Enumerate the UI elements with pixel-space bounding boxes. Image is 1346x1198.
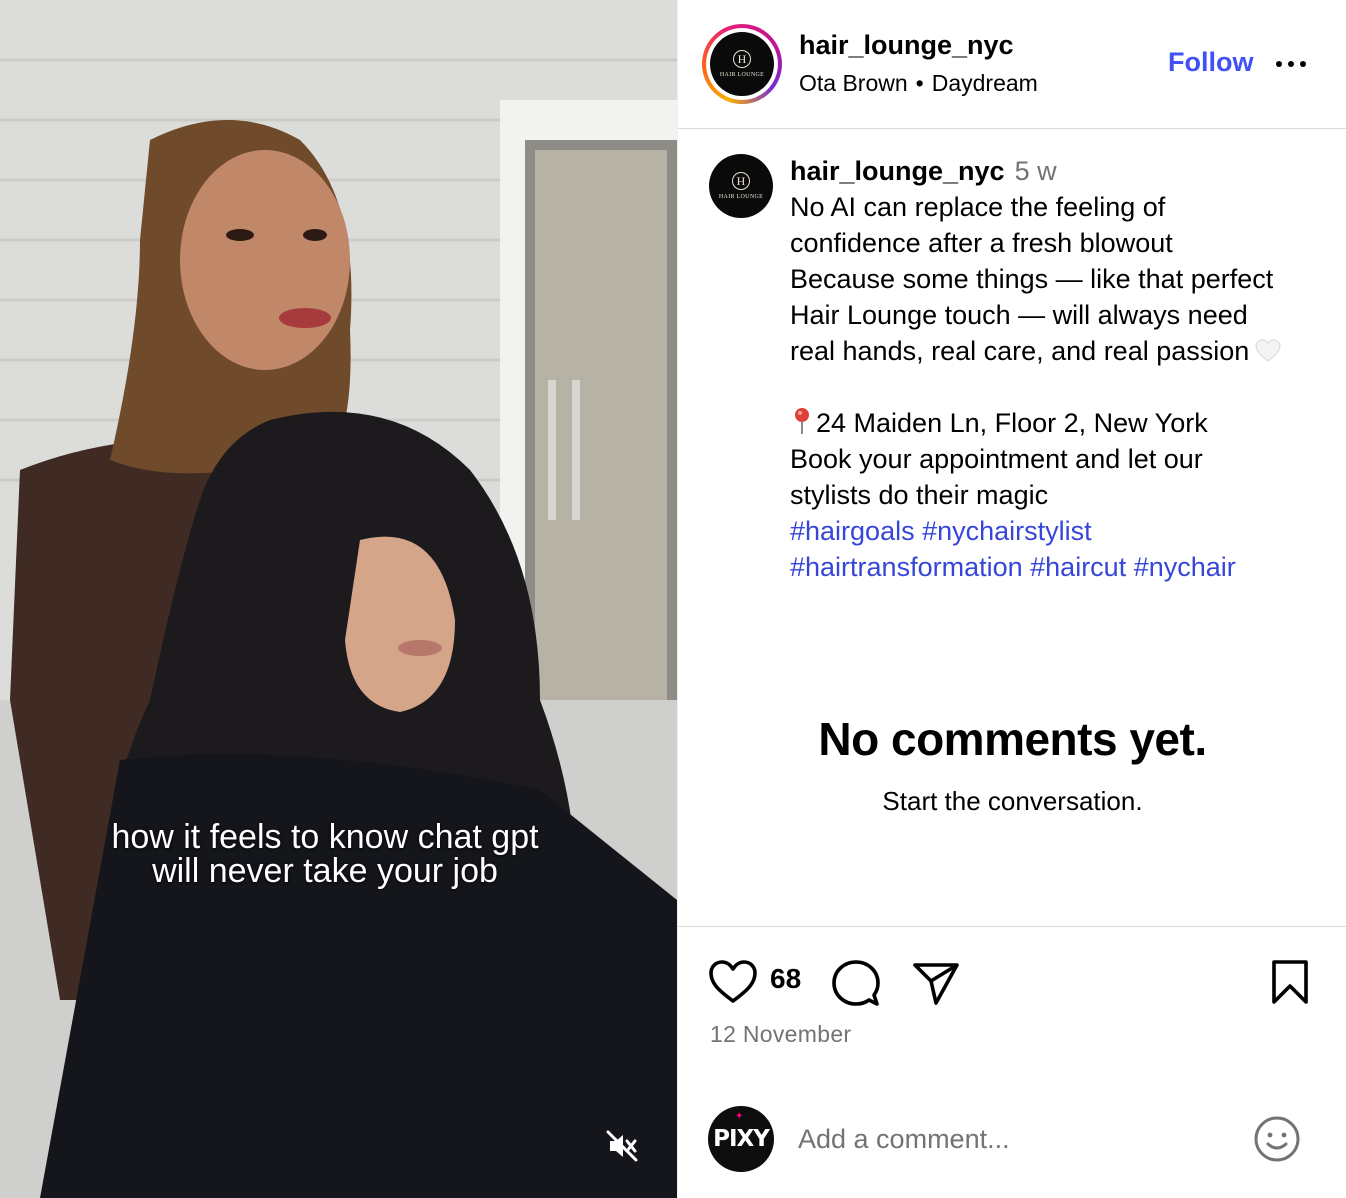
- bookmark-icon: [1272, 960, 1308, 1004]
- smiley-face-icon: [1254, 1116, 1300, 1162]
- heart-icon: [709, 960, 757, 1003]
- audio-track-link[interactable]: Daydream: [932, 70, 1038, 96]
- follow-button[interactable]: Follow: [1168, 47, 1253, 78]
- post-caption: hair_lounge_nyc 5 w No AI can replace the…: [790, 153, 1330, 585]
- caption-line: No AI can replace the feeling of: [790, 192, 1166, 222]
- hashtag-link[interactable]: #haircut: [1030, 552, 1126, 582]
- paper-plane-icon: [913, 963, 959, 1005]
- start-conversation-text: Start the conversation.: [882, 786, 1143, 816]
- post-age[interactable]: 5 w: [1015, 156, 1057, 186]
- caption-username[interactable]: hair_lounge_nyc: [790, 156, 1005, 186]
- caption-line: Book your appointment and let our: [790, 444, 1203, 474]
- post-video[interactable]: how it feels to know chat gpt will never…: [0, 0, 677, 1198]
- caption-avatar-logo-text: HAIR LOUNGE: [718, 194, 764, 200]
- current-user-avatar[interactable]: ✦ PIXY: [708, 1106, 774, 1172]
- post-header: H HAIR LOUNGE hair_lounge_nyc Ota Brown •…: [678, 0, 1346, 129]
- caption-line: stylists do their magic: [790, 480, 1049, 510]
- audio-attribution: Ota Brown • Daydream: [799, 70, 1038, 97]
- like-count[interactable]: 68: [770, 963, 801, 995]
- current-user-avatar-text: PIXY: [713, 1126, 770, 1152]
- white-heart-emoji-icon: [1255, 339, 1281, 362]
- video-frame-illustration: [0, 0, 677, 1198]
- hashtag-link[interactable]: #hairgoals: [790, 516, 915, 546]
- post-side-panel: H HAIR LOUNGE hair_lounge_nyc Ota Brown •…: [677, 0, 1346, 1198]
- caption-line: real hands, real care, and real passion: [790, 336, 1250, 366]
- hashtag-link[interactable]: #nychair: [1134, 552, 1236, 582]
- like-button[interactable]: [708, 959, 758, 1010]
- speaker-muted-icon: [606, 1130, 638, 1162]
- add-comment-row: ✦ PIXY: [678, 1086, 1346, 1198]
- caption-avatar-logo-letter: H: [732, 172, 750, 190]
- author-avatar: H HAIR LOUNGE: [710, 32, 774, 96]
- hashtag-link[interactable]: #hairtransformation: [790, 552, 1023, 582]
- location-line: 24 Maiden Ln, Floor 2, New York: [816, 408, 1208, 438]
- avatar-logo-text: HAIR LOUNGE: [719, 72, 765, 78]
- hashtag-link[interactable]: #nychairstylist: [922, 516, 1092, 546]
- comment-input[interactable]: [798, 1116, 1228, 1162]
- overlay-line-2: will never take your job: [152, 852, 498, 890]
- emoji-picker-button[interactable]: [1252, 1114, 1302, 1164]
- post-date[interactable]: 12 November: [710, 1021, 851, 1048]
- video-overlay-caption: how it feels to know chat gpt will never…: [0, 820, 650, 888]
- post-actions-bar: 68 12 November: [678, 926, 1346, 1086]
- round-pushpin-emoji-icon: [795, 408, 809, 434]
- speech-bubble-icon: [832, 960, 880, 1006]
- caption-line: Hair Lounge touch — will always need: [790, 300, 1248, 330]
- caption-author-avatar[interactable]: H HAIR LOUNGE: [709, 154, 773, 218]
- save-button[interactable]: [1270, 959, 1310, 1010]
- audio-artist-link[interactable]: Ota Brown: [799, 70, 908, 96]
- author-story-ring[interactable]: H HAIR LOUNGE: [702, 24, 782, 104]
- mute-toggle-button[interactable]: [600, 1124, 644, 1168]
- avatar-logo-letter: H: [733, 50, 751, 68]
- author-username[interactable]: hair_lounge_nyc: [799, 30, 1014, 61]
- caption-line: confidence after a fresh blowout: [790, 228, 1173, 258]
- audio-separator: •: [915, 70, 924, 96]
- share-button[interactable]: [911, 959, 961, 1012]
- more-options-icon[interactable]: [1274, 52, 1308, 76]
- overlay-line-1: how it feels to know chat gpt: [111, 818, 539, 856]
- no-comments-title: No comments yet.: [818, 713, 1207, 765]
- comment-button[interactable]: [831, 959, 881, 1012]
- caption-line: Because some things — like that perfect: [790, 264, 1274, 294]
